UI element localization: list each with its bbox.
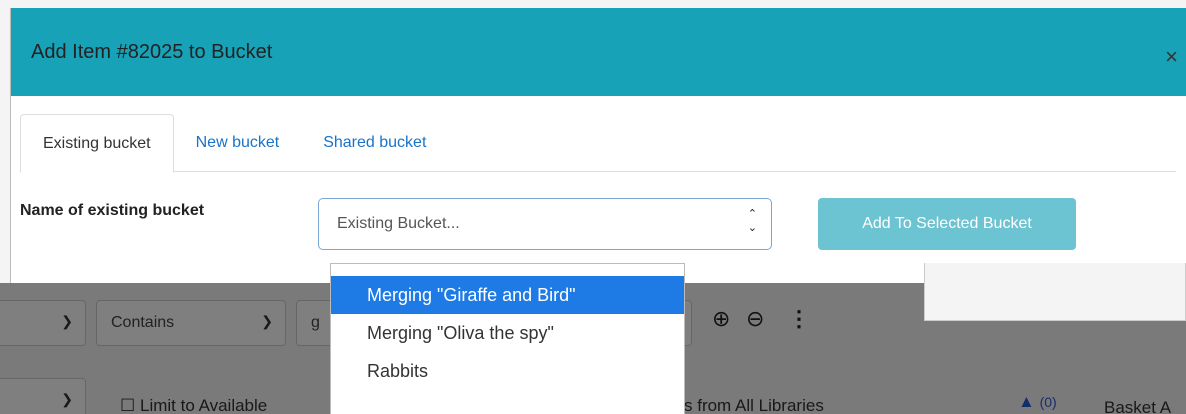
bucket-dropdown-list: Merging "Giraffe and Bird" Merging "Oliv… <box>330 263 685 414</box>
dropdown-item[interactable]: Merging "Giraffe and Bird" <box>331 276 684 314</box>
background-panel <box>924 263 1186 321</box>
existing-bucket-label: Name of existing bucket <box>20 202 205 219</box>
tab-existing-bucket[interactable]: Existing bucket <box>20 114 174 173</box>
dropdown-item[interactable]: Rabbits <box>331 352 684 390</box>
tab-shared-bucket[interactable]: Shared bucket <box>301 114 448 172</box>
spinner-icon[interactable]: ⌃ ⌄ <box>748 207 757 235</box>
bucket-tabs: Existing bucket New bucket Shared bucket <box>20 114 1176 173</box>
add-to-selected-bucket-button[interactable]: Add To Selected Bucket <box>818 198 1076 250</box>
dropdown-item[interactable]: Merging "Oliva the spy" <box>331 314 684 352</box>
modal-header: Add Item #82025 to Bucket × <box>11 8 1186 96</box>
tab-new-bucket[interactable]: New bucket <box>174 114 302 172</box>
existing-bucket-input[interactable] <box>337 215 717 233</box>
close-icon[interactable]: × <box>1165 44 1178 70</box>
modal-title: Add Item #82025 to Bucket <box>31 40 273 63</box>
existing-bucket-combobox[interactable]: ⌃⌄ <box>318 198 772 250</box>
